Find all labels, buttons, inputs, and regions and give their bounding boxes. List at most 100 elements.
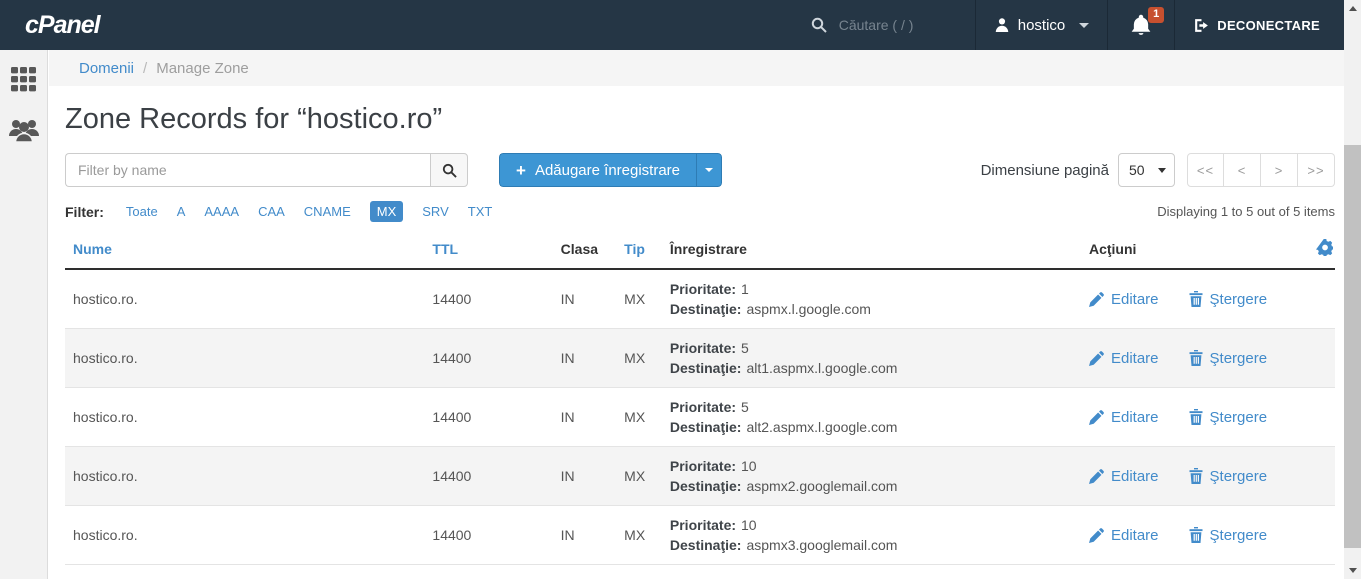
table-row: hostico.ro. 14400 IN MX Prioritate:5 Des… (65, 388, 1335, 447)
delete-button[interactable]: Ştergere (1189, 409, 1268, 426)
pagination-prev-button[interactable]: < (1224, 153, 1261, 187)
trash-icon (1189, 350, 1203, 366)
filter-a[interactable]: A (177, 204, 186, 219)
user-groups-icon[interactable] (8, 117, 40, 143)
cell-type: MX (616, 447, 662, 506)
add-record-label: Adăugare înregistrare (535, 162, 680, 179)
gear-icon[interactable] (1316, 239, 1333, 256)
trash-icon (1189, 468, 1203, 484)
breadcrumb: Domenii / Manage Zone (49, 50, 1344, 86)
page-title: Zone Records for “hostico.ro” (65, 103, 1344, 136)
zone-records-table: Nume TTL Clasa Tip Înregistrare Acţiuni (65, 235, 1335, 565)
pagination-last-button[interactable]: >> (1298, 153, 1335, 187)
cell-ttl: 14400 (424, 269, 552, 329)
priority-value: 10 (741, 458, 757, 474)
filter-mx-active[interactable]: MX (370, 201, 404, 222)
cell-class: IN (553, 329, 617, 388)
name-filter-input[interactable] (65, 153, 430, 187)
cell-record: Prioritate:10 Destinaţie:aspmx3.googlema… (662, 506, 1081, 565)
destination-value: aspmx2.googlemail.com (746, 478, 897, 494)
toolbar-right: Dimensiune pagină 50 << < > >> (981, 153, 1335, 187)
top-bar: cPanel hostico 1 DECONECTARE (0, 0, 1344, 50)
edit-button[interactable]: Editare (1089, 468, 1159, 485)
logout-button[interactable]: DECONECTARE (1174, 0, 1344, 50)
column-header-nume[interactable]: Nume (65, 235, 424, 269)
scroll-down-arrow[interactable] (1344, 562, 1361, 579)
record-type-filters: Filter: Toate A AAAA CAA CNAME MX SRV TX… (65, 201, 492, 222)
apps-grid-icon[interactable] (10, 66, 37, 93)
cell-type: MX (616, 329, 662, 388)
destination-value: aspmx.l.google.com (746, 301, 871, 317)
column-header-ttl[interactable]: TTL (424, 235, 552, 269)
cell-name: hostico.ro. (65, 269, 424, 329)
edit-button[interactable]: Editare (1089, 527, 1159, 544)
filter-aaaa[interactable]: AAAA (204, 204, 239, 219)
edit-button[interactable]: Editare (1089, 350, 1159, 367)
user-icon (994, 17, 1010, 33)
pencil-icon (1089, 528, 1104, 543)
cell-type: MX (616, 269, 662, 329)
priority-label: Prioritate: (670, 399, 736, 415)
trash-icon (1189, 291, 1203, 307)
priority-label: Prioritate: (670, 340, 736, 356)
cell-ttl: 14400 (424, 506, 552, 565)
cell-record: Prioritate:10 Destinaţie:aspmx2.googlema… (662, 447, 1081, 506)
name-filter-search-button[interactable] (430, 153, 468, 187)
column-header-tip[interactable]: Tip (616, 235, 662, 269)
edit-button[interactable]: Editare (1089, 291, 1159, 308)
vertical-scrollbar[interactable] (1344, 0, 1361, 579)
global-search-input[interactable] (839, 17, 959, 33)
chevron-down-icon (1079, 23, 1089, 28)
filter-toate[interactable]: Toate (126, 204, 158, 219)
delete-button[interactable]: Ştergere (1189, 527, 1268, 544)
pencil-icon (1089, 351, 1104, 366)
notifications-button[interactable]: 1 (1107, 0, 1174, 50)
priority-label: Prioritate: (670, 281, 736, 297)
pencil-icon (1089, 292, 1104, 307)
cell-type: MX (616, 388, 662, 447)
pagination-next-button[interactable]: > (1261, 153, 1298, 187)
search-icon (442, 163, 457, 178)
delete-button[interactable]: Ştergere (1189, 468, 1268, 485)
cell-name: hostico.ro. (65, 447, 424, 506)
filter-caa[interactable]: CAA (258, 204, 285, 219)
cell-record: Prioritate:5 Destinaţie:alt2.aspmx.l.goo… (662, 388, 1081, 447)
main-content: Domenii / Manage Zone Zone Records for “… (49, 50, 1344, 579)
page-size-value: 50 (1129, 162, 1145, 178)
column-header-inregistrare: Înregistrare (662, 235, 1081, 269)
breadcrumb-current: Manage Zone (156, 60, 249, 77)
filter-txt[interactable]: TXT (468, 204, 493, 219)
destination-value: aspmx3.googlemail.com (746, 537, 897, 553)
delete-button[interactable]: Ştergere (1189, 291, 1268, 308)
filter-cname[interactable]: CNAME (304, 204, 351, 219)
add-record-dropdown-toggle[interactable] (696, 153, 722, 187)
column-header-actiuni: Acţiuni (1081, 235, 1335, 269)
pencil-icon (1089, 410, 1104, 425)
priority-value: 1 (741, 281, 749, 297)
page-size-select[interactable]: 50 (1118, 153, 1175, 187)
scrollbar-thumb[interactable] (1344, 145, 1361, 548)
global-search[interactable] (797, 0, 975, 50)
scroll-up-arrow[interactable] (1344, 0, 1361, 17)
table-row: hostico.ro. 14400 IN MX Prioritate:10 De… (65, 447, 1335, 506)
edit-button[interactable]: Editare (1089, 409, 1159, 426)
cell-name: hostico.ro. (65, 506, 424, 565)
top-bar-right: hostico 1 DECONECTARE (797, 0, 1344, 50)
user-menu[interactable]: hostico (975, 0, 1108, 50)
cell-record: Prioritate: 1 Destinaţie:aspmx.l.google.c… (662, 269, 1081, 329)
table-row: hostico.ro. 14400 IN MX Prioritate:1 Des… (65, 269, 1335, 329)
table-row: hostico.ro. 14400 IN MX Prioritate:5 Des… (65, 329, 1335, 388)
chevron-down-icon (705, 168, 713, 172)
column-header-clasa: Clasa (553, 235, 617, 269)
priority-value: 5 (741, 399, 749, 415)
delete-button[interactable]: Ştergere (1189, 350, 1268, 367)
add-record-split-button: + Adăugare înregistrare (499, 153, 722, 187)
filter-srv[interactable]: SRV (422, 204, 449, 219)
destination-label: Destinaţie: (670, 301, 742, 317)
breadcrumb-domenii-link[interactable]: Domenii (79, 60, 134, 77)
cell-name: hostico.ro. (65, 388, 424, 447)
pagination-first-button[interactable]: << (1187, 153, 1224, 187)
add-record-button[interactable]: + Adăugare înregistrare (499, 153, 696, 187)
table-row: hostico.ro. 14400 IN MX Prioritate:10 De… (65, 506, 1335, 565)
destination-value: alt2.aspmx.l.google.com (746, 419, 897, 435)
